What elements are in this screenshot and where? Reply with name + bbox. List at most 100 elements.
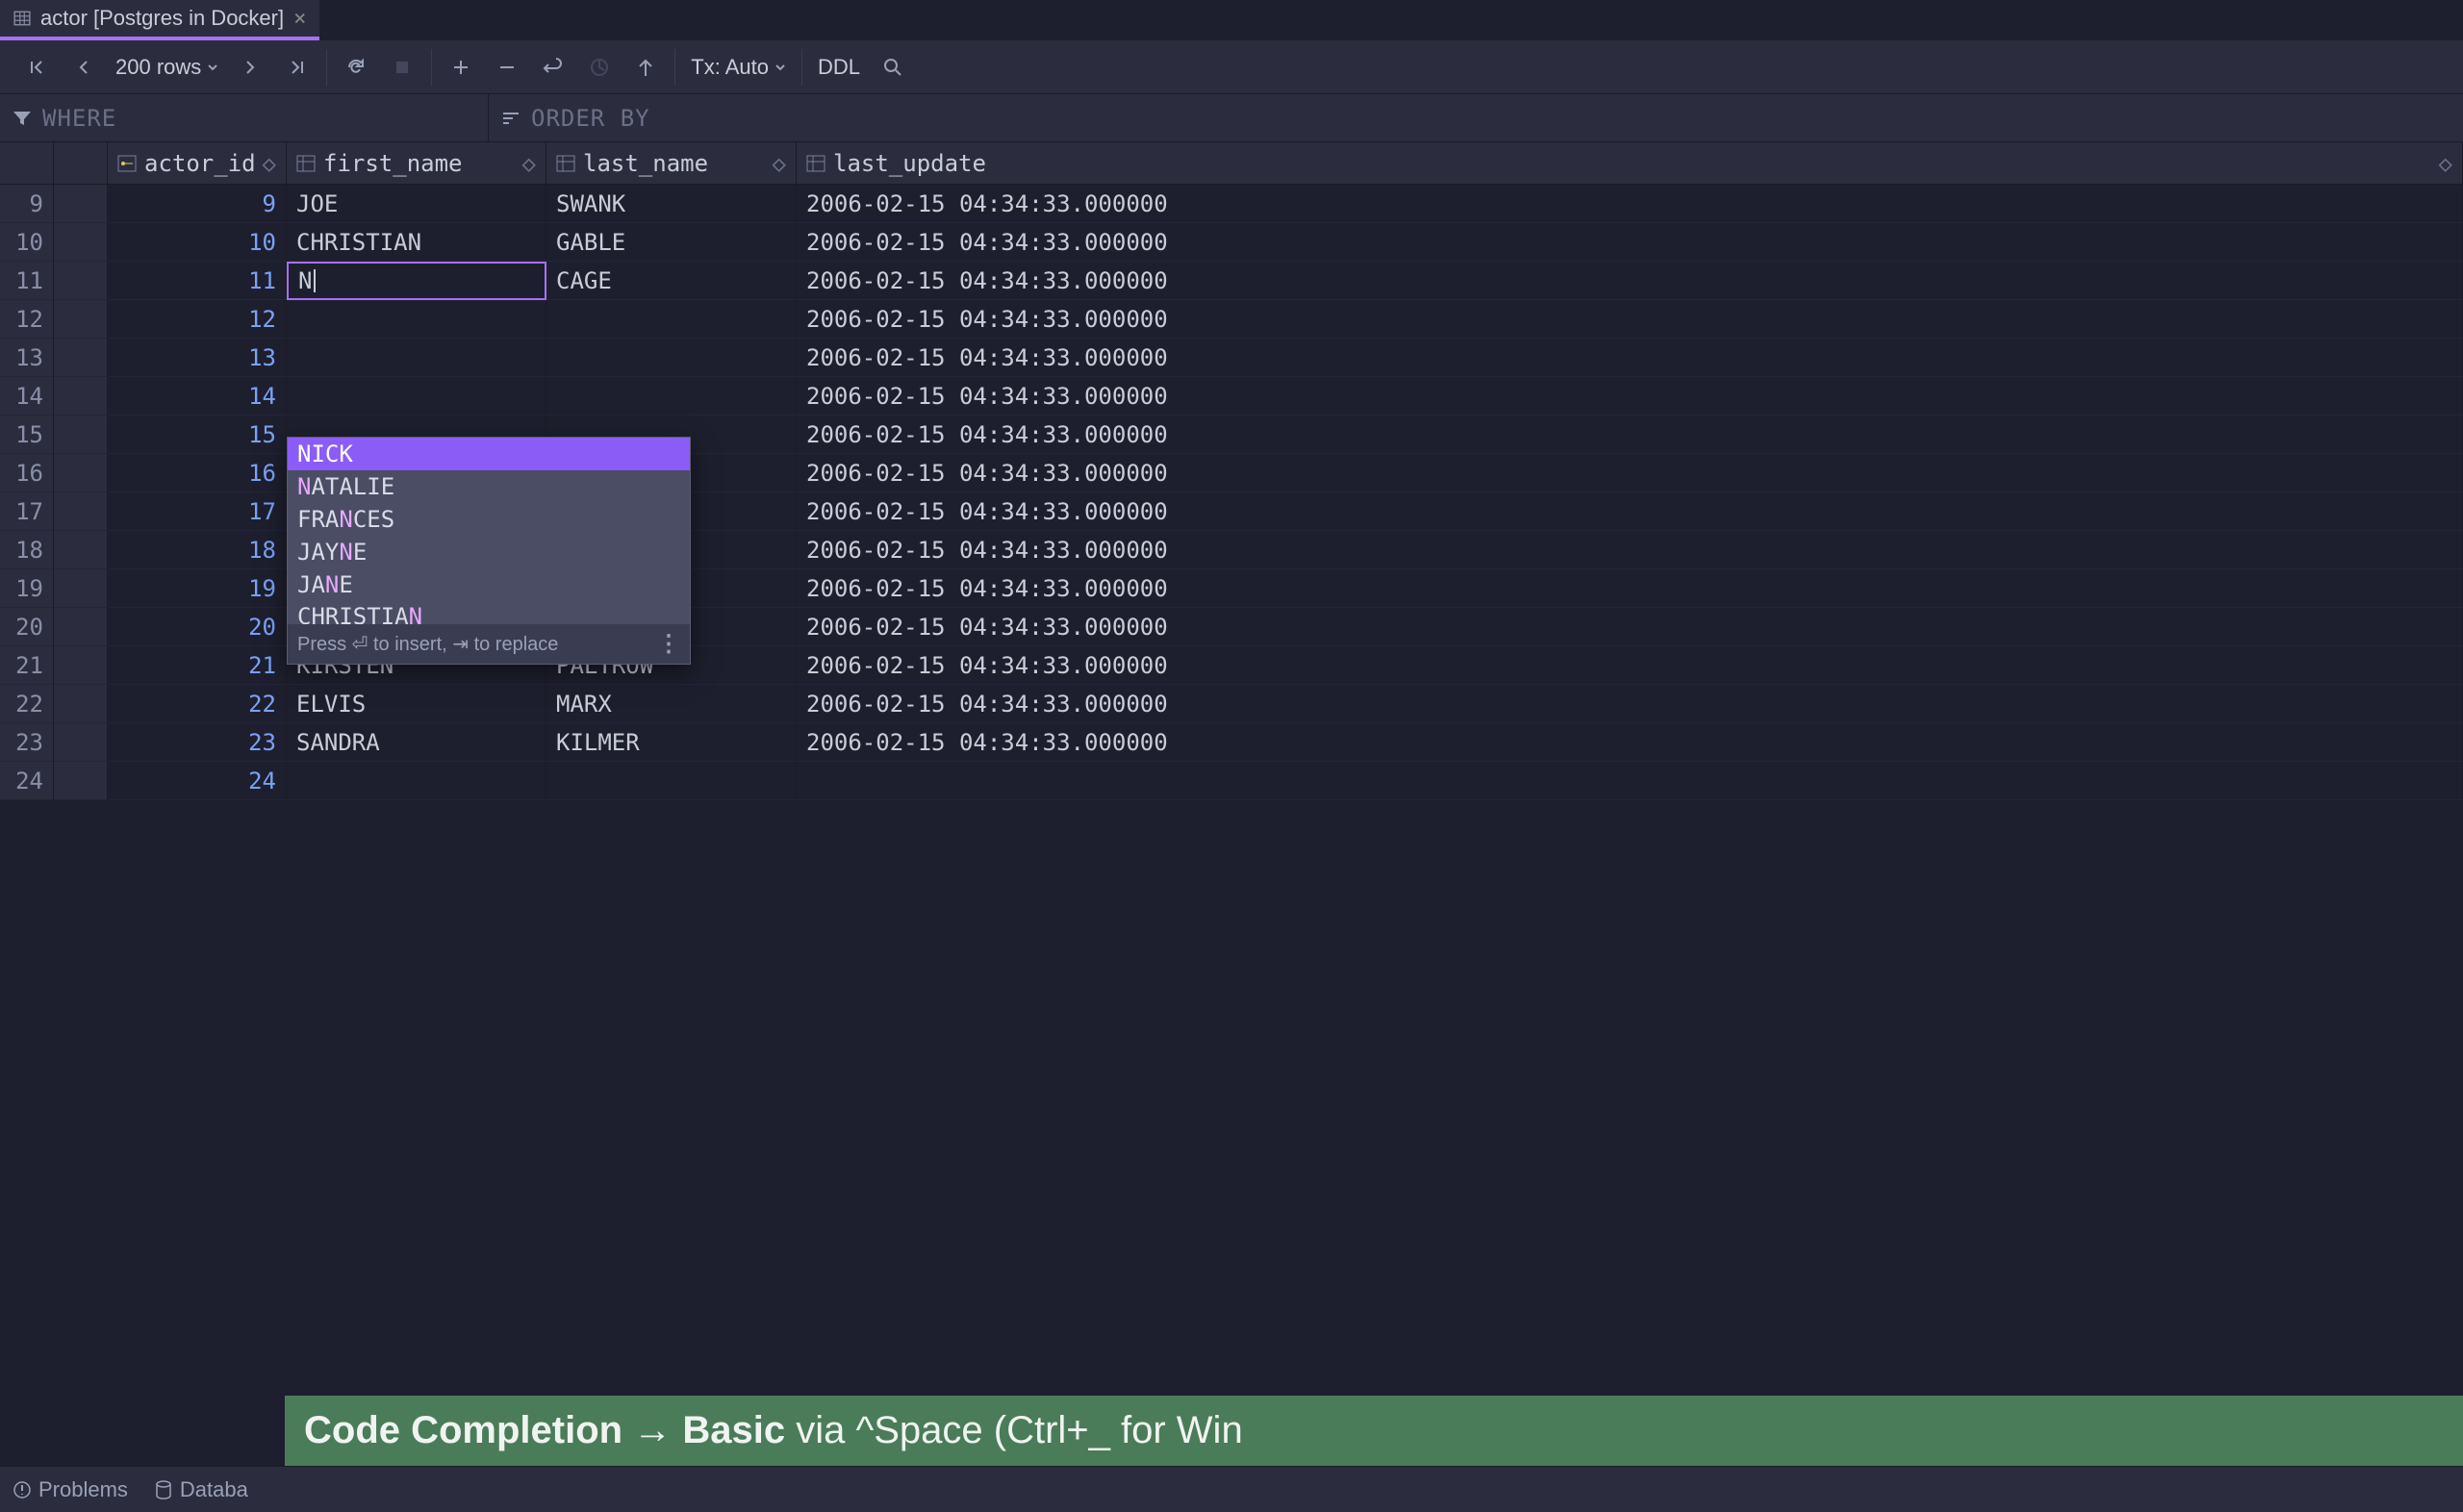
tx-mode-selector[interactable]: Tx: Auto xyxy=(691,55,786,80)
cell-last-update[interactable]: 2006-02-15 04:34:33.000000 xyxy=(797,454,2463,492)
cell-first-name[interactable]: JOE xyxy=(287,185,546,223)
cell-actor-id[interactable]: 21 xyxy=(108,646,287,685)
remove-row-icon[interactable] xyxy=(494,54,521,81)
row-number[interactable]: 20 xyxy=(0,608,54,646)
cell-last-name[interactable]: KILMER xyxy=(546,723,797,762)
autocomplete-item[interactable]: FRANCES xyxy=(288,503,690,536)
cell-actor-id[interactable]: 10 xyxy=(108,223,287,262)
row-number[interactable]: 16 xyxy=(0,454,54,492)
cell-last-name[interactable]: GABLE xyxy=(546,223,797,262)
cell-last-update[interactable]: 2006-02-15 04:34:33.000000 xyxy=(797,377,2463,416)
row-number[interactable]: 12 xyxy=(0,300,54,339)
cell-actor-id[interactable]: 23 xyxy=(108,723,287,762)
row-number[interactable]: 21 xyxy=(0,646,54,685)
column-last-update[interactable]: last_update ◇ xyxy=(797,142,2463,184)
column-rownum[interactable] xyxy=(0,142,54,184)
editor-tab[interactable]: actor [Postgres in Docker] × xyxy=(0,0,319,40)
autocomplete-item[interactable]: JAYNE xyxy=(288,536,690,568)
cell-actor-id[interactable]: 12 xyxy=(108,300,287,339)
submit-icon[interactable] xyxy=(632,54,659,81)
cell-last-name[interactable] xyxy=(546,300,797,339)
where-filter[interactable]: WHERE xyxy=(0,94,489,141)
table-row[interactable]: 2222ELVISMARX2006-02-15 04:34:33.000000 xyxy=(0,685,2463,723)
cell-last-name[interactable] xyxy=(546,339,797,377)
column-last-name[interactable]: last_name ◇ xyxy=(546,142,797,184)
cell-last-update[interactable]: 2006-02-15 04:34:33.000000 xyxy=(797,262,2463,300)
table-row[interactable]: 1111NCAGE2006-02-15 04:34:33.000000 xyxy=(0,262,2463,300)
cell-actor-id[interactable]: 18 xyxy=(108,531,287,569)
close-icon[interactable]: × xyxy=(293,7,306,31)
cell-last-update[interactable]: 2006-02-15 04:34:33.000000 xyxy=(797,569,2463,608)
table-row[interactable]: 24 24 xyxy=(0,762,2463,800)
cell-first-name[interactable] xyxy=(287,377,546,416)
cell-last-update[interactable]: 2006-02-15 04:34:33.000000 xyxy=(797,339,2463,377)
table-row[interactable]: 2323SANDRAKILMER2006-02-15 04:34:33.0000… xyxy=(0,723,2463,762)
cell-first-name[interactable]: SANDRA xyxy=(287,723,546,762)
cell-last-update[interactable]: 2006-02-15 04:34:33.000000 xyxy=(797,685,2463,723)
cell-last-update[interactable]: 2006-02-15 04:34:33.000000 xyxy=(797,608,2463,646)
cell-first-name[interactable] xyxy=(287,339,546,377)
cell-actor-id[interactable]: 15 xyxy=(108,416,287,454)
row-number[interactable]: 23 xyxy=(0,723,54,762)
cell-actor-id[interactable]: 9 xyxy=(108,185,287,223)
cell-last-update[interactable]: 2006-02-15 04:34:33.000000 xyxy=(797,646,2463,685)
cell-actor-id[interactable]: 14 xyxy=(108,377,287,416)
cell-last-update[interactable]: 2006-02-15 04:34:33.000000 xyxy=(797,223,2463,262)
row-number[interactable]: 15 xyxy=(0,416,54,454)
cell-actor-id[interactable]: 22 xyxy=(108,685,287,723)
cell-actor-id[interactable]: 24 xyxy=(108,762,287,800)
row-number[interactable]: 10 xyxy=(0,223,54,262)
cell-first-name[interactable] xyxy=(287,762,546,800)
row-number[interactable]: 14 xyxy=(0,377,54,416)
refresh-icon[interactable] xyxy=(343,54,369,81)
cell-first-name[interactable] xyxy=(287,300,546,339)
next-page-icon[interactable] xyxy=(238,54,265,81)
table-row[interactable]: 14 14 2006-02-15 04:34:33.000000 xyxy=(0,377,2463,416)
row-number[interactable]: 24 xyxy=(0,762,54,800)
cell-last-update[interactable]: 2006-02-15 04:34:33.000000 xyxy=(797,416,2463,454)
cell-last-name[interactable]: MARX xyxy=(546,685,797,723)
sort-icon[interactable]: ◇ xyxy=(263,150,276,177)
revert-icon[interactable] xyxy=(540,54,567,81)
last-page-icon[interactable] xyxy=(284,54,311,81)
cell-last-name[interactable] xyxy=(546,377,797,416)
cell-actor-id[interactable]: 17 xyxy=(108,492,287,531)
row-number[interactable]: 11 xyxy=(0,262,54,300)
cell-actor-id[interactable]: 19 xyxy=(108,569,287,608)
cell-actor-id[interactable]: 13 xyxy=(108,339,287,377)
cell-last-update[interactable]: 2006-02-15 04:34:33.000000 xyxy=(797,723,2463,762)
more-icon[interactable]: ⋮ xyxy=(657,630,680,658)
status-problems[interactable]: Problems xyxy=(13,1477,128,1502)
cell-last-update[interactable]: 2006-02-15 04:34:33.000000 xyxy=(797,300,2463,339)
autocomplete-item[interactable]: NICK xyxy=(288,438,690,470)
table-row[interactable]: 99JOESWANK2006-02-15 04:34:33.000000 xyxy=(0,185,2463,223)
table-row[interactable]: 13 13 2006-02-15 04:34:33.000000 xyxy=(0,339,2463,377)
orderby-filter[interactable]: ORDER BY xyxy=(489,94,662,141)
search-icon[interactable] xyxy=(879,54,906,81)
cell-first-name[interactable]: ELVIS xyxy=(287,685,546,723)
cell-first-name[interactable]: N xyxy=(287,262,546,300)
autocomplete-item[interactable]: JANE xyxy=(288,568,690,601)
add-row-icon[interactable] xyxy=(447,54,474,81)
cell-first-name[interactable]: CHRISTIAN xyxy=(287,223,546,262)
autocomplete-item[interactable]: CHRISTIAN xyxy=(288,601,690,624)
row-number[interactable]: 13 xyxy=(0,339,54,377)
prev-page-icon[interactable] xyxy=(69,54,96,81)
cell-last-update[interactable] xyxy=(797,762,2463,800)
cell-actor-id[interactable]: 11 xyxy=(108,262,287,300)
cell-last-update[interactable]: 2006-02-15 04:34:33.000000 xyxy=(797,531,2463,569)
cell-last-update[interactable]: 2006-02-15 04:34:33.000000 xyxy=(797,492,2463,531)
cell-actor-id[interactable]: 20 xyxy=(108,608,287,646)
ddl-button[interactable]: DDL xyxy=(818,55,860,80)
cell-last-name[interactable] xyxy=(546,762,797,800)
cell-last-name[interactable]: SWANK xyxy=(546,185,797,223)
table-row[interactable]: 12 12 2006-02-15 04:34:33.000000 xyxy=(0,300,2463,339)
row-number[interactable]: 18 xyxy=(0,531,54,569)
column-actor-id[interactable]: actor_id ◇ xyxy=(108,142,287,184)
rows-selector[interactable]: 200 rows xyxy=(115,55,218,80)
autocomplete-item[interactable]: NATALIE xyxy=(288,470,690,503)
first-page-icon[interactable] xyxy=(23,54,50,81)
sort-icon[interactable]: ◇ xyxy=(773,150,786,177)
status-database[interactable]: Databa xyxy=(155,1477,248,1502)
sort-icon[interactable]: ◇ xyxy=(2439,150,2452,177)
